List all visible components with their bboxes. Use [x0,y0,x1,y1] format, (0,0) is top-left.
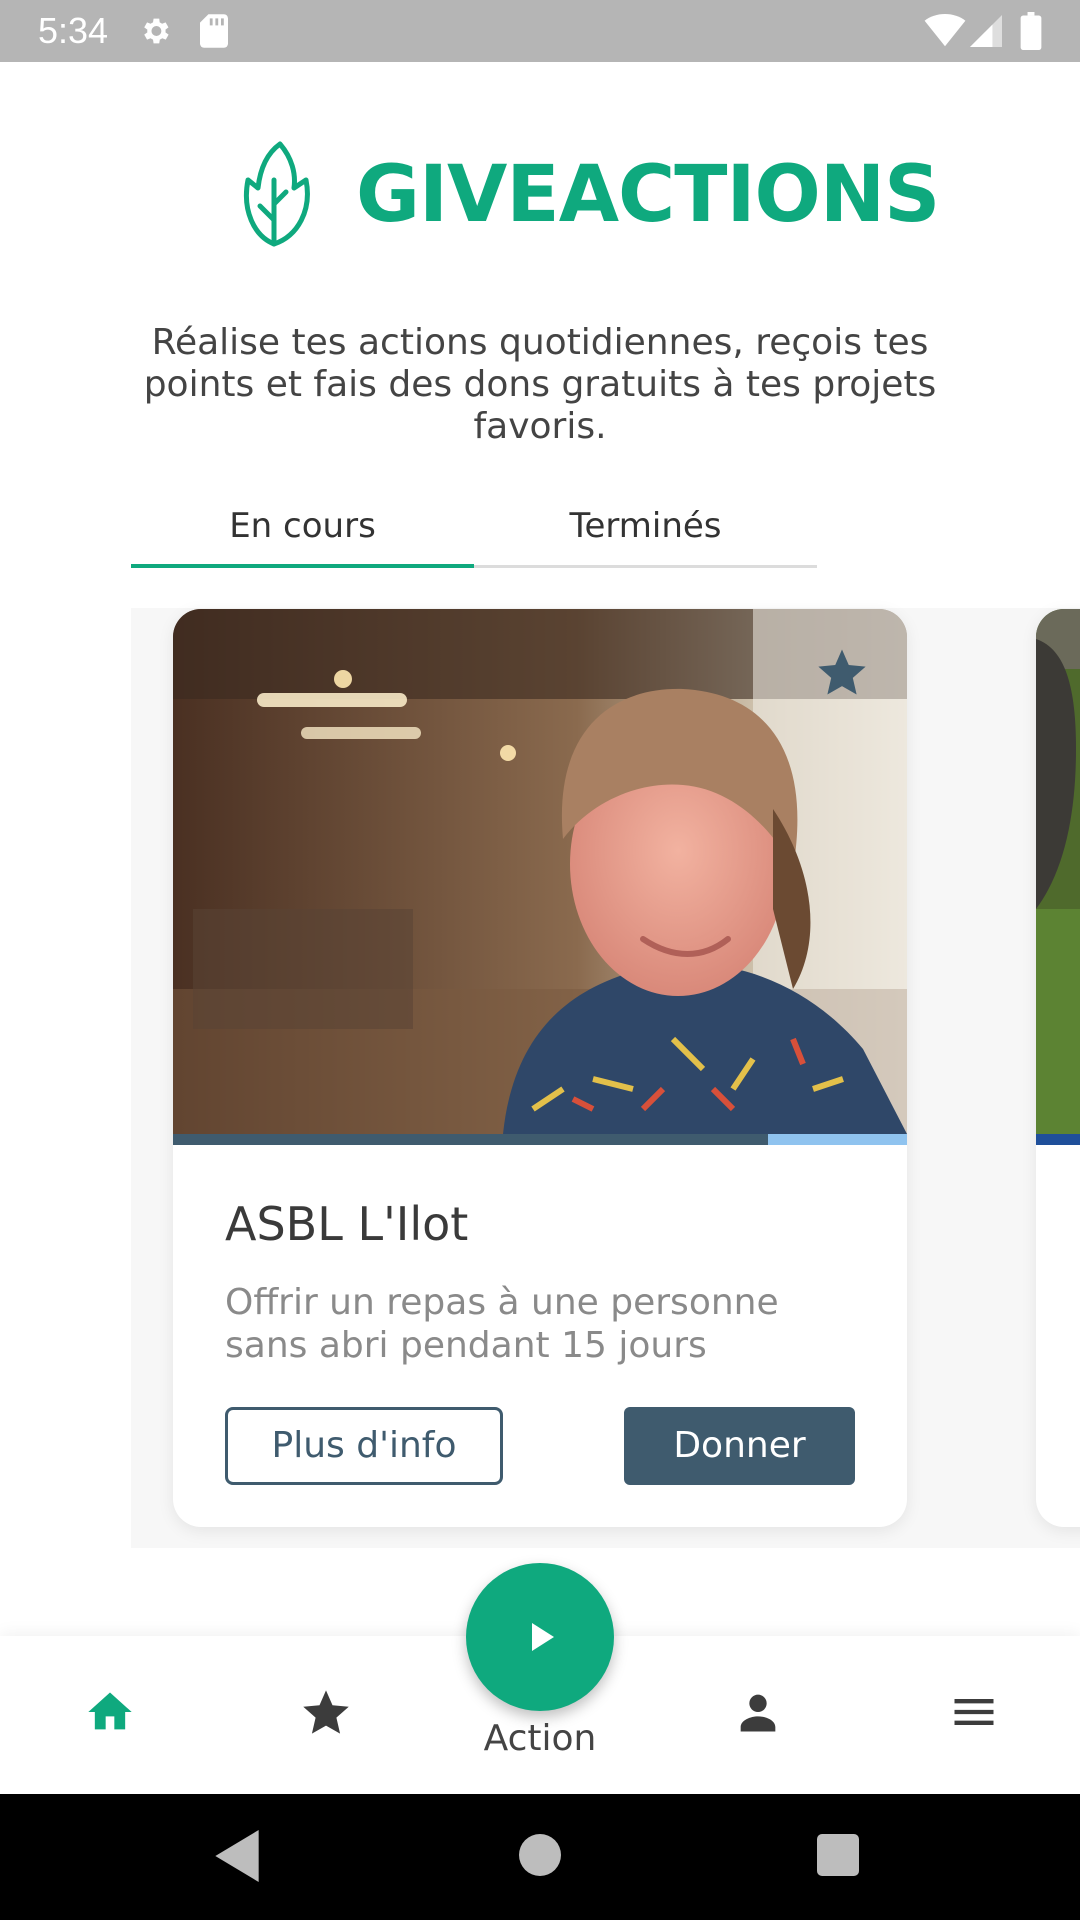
nav-menu[interactable] [912,1636,1032,1794]
system-navigation-bar [0,1794,1080,1920]
project-title: ASBL L'Ilot [225,1197,469,1251]
tab-termines[interactable]: Terminés [474,498,817,568]
donation-progress-fill [173,1134,768,1145]
status-time: 5:34 [38,10,109,51]
action-label: Action [483,1718,597,1759]
more-info-button[interactable]: Plus d'info [225,1407,503,1485]
menu-icon [954,1699,994,1725]
nav-favorites[interactable] [264,1636,384,1794]
project-photo [173,609,907,1134]
action-button[interactable] [466,1563,614,1711]
home-icon [88,1692,132,1730]
wifi-icon [924,14,966,47]
play-icon [532,1623,554,1651]
tab-en-cours[interactable]: En cours [131,498,474,568]
donate-button[interactable]: Donner [624,1407,855,1485]
app-logo: GIVEACTIONS [236,140,940,250]
next-project-card-peek[interactable] [1036,609,1080,1527]
intro-text: Réalise tes actions quotidiennes, reçois… [143,322,937,447]
nav-profile[interactable] [696,1636,816,1794]
tab-bar: En cours Terminés [131,498,817,568]
person-icon [740,1694,776,1732]
gear-icon [144,18,169,44]
star-icon [303,1690,349,1734]
favorite-star-icon[interactable] [815,645,869,699]
donation-progress-bar [173,1134,907,1145]
back-icon[interactable] [214,1830,260,1882]
battery-icon [1020,12,1042,50]
brand-name: GIVEACTIONS [356,150,940,240]
project-description: Offrir un repas à une personne sans abri… [225,1282,779,1366]
recent-apps-icon[interactable] [817,1834,859,1876]
sd-card-icon [200,14,228,48]
signal-icon [970,15,1002,47]
leaf-logo-icon [244,141,310,247]
next-project-progress-bar [1036,1134,1080,1145]
nav-home[interactable] [48,1636,168,1794]
project-card: ASBL L'Ilot Offrir un repas à une person… [173,609,907,1527]
home-circle-icon[interactable] [519,1834,561,1876]
next-project-photo [1036,609,1080,1134]
status-bar: 5:34 [0,0,1080,62]
